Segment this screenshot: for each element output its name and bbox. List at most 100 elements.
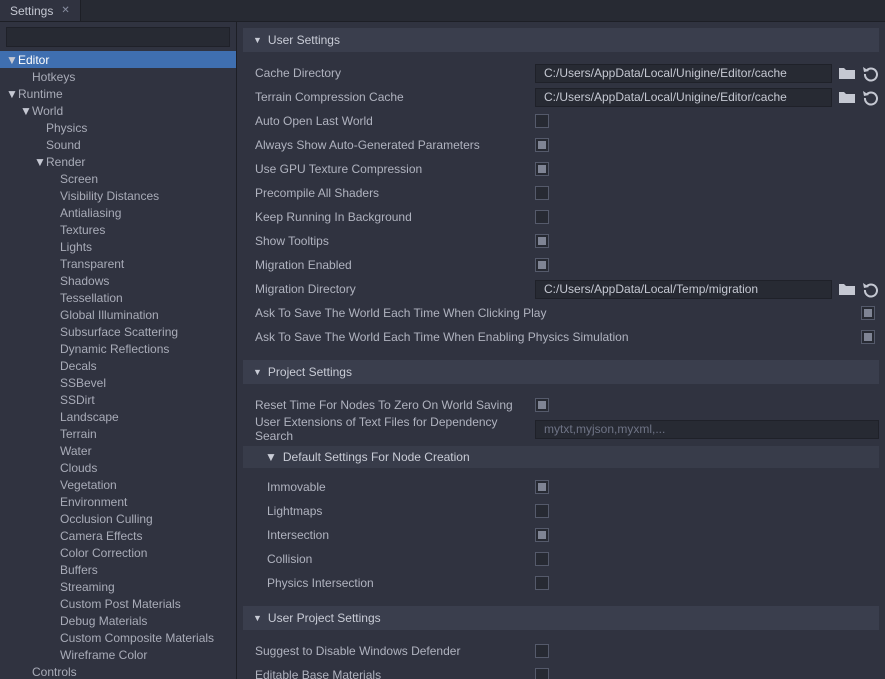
subsection-title: Default Settings For Node Creation	[283, 450, 470, 464]
tree-item[interactable]: Debug Materials	[0, 612, 236, 629]
tree-twisty-icon[interactable]: ▼	[34, 155, 46, 169]
checkbox[interactable]	[535, 210, 549, 224]
cache-directory-input[interactable]: C:/Users/AppData/Local/Unigine/Editor/ca…	[535, 64, 832, 83]
tree-item-label: Antialiasing	[60, 206, 121, 220]
tree-item-label: Dynamic Reflections	[60, 342, 169, 356]
setting-label: Lightmaps	[267, 504, 535, 518]
checkbox[interactable]	[535, 668, 549, 679]
tree-item-label: Debug Materials	[60, 614, 147, 628]
reset-time-checkbox[interactable]	[535, 398, 549, 412]
tree-item[interactable]: ▼World	[0, 102, 236, 119]
tree-item[interactable]: ▼Editor	[0, 51, 236, 68]
tree-item[interactable]: Controls	[0, 663, 236, 679]
tree-item[interactable]: Clouds	[0, 459, 236, 476]
tab-label: Settings	[10, 4, 53, 18]
tree-item[interactable]: Color Correction	[0, 544, 236, 561]
tree-item[interactable]: Vegetation	[0, 476, 236, 493]
checkbox[interactable]	[535, 186, 549, 200]
tree-item[interactable]: Decals	[0, 357, 236, 374]
checkbox[interactable]	[535, 258, 549, 272]
folder-icon[interactable]	[838, 282, 856, 297]
tree-twisty-icon[interactable]: ▼	[20, 104, 32, 118]
checkbox[interactable]	[535, 138, 549, 152]
tree-item[interactable]: SSDirt	[0, 391, 236, 408]
migration-directory-input[interactable]: C:/Users/AppData/Local/Temp/migration	[535, 280, 832, 299]
checkbox[interactable]	[535, 576, 549, 590]
checkbox[interactable]	[535, 504, 549, 518]
setting-row: Immovable	[243, 476, 879, 498]
terrain-cache-input[interactable]: C:/Users/AppData/Local/Unigine/Editor/ca…	[535, 88, 832, 107]
setting-label: Immovable	[267, 480, 535, 494]
checkbox[interactable]	[535, 644, 549, 658]
tree-item[interactable]: Transparent	[0, 255, 236, 272]
checkbox[interactable]	[535, 552, 549, 566]
sidebar-filter-input[interactable]	[6, 27, 230, 47]
section-user-settings-header[interactable]: ▼ User Settings	[243, 28, 879, 52]
user-extensions-input[interactable]: mytxt,myjson,myxml,...	[535, 420, 879, 439]
folder-icon[interactable]	[838, 66, 856, 81]
tree-item-label: Occlusion Culling	[60, 512, 153, 526]
tree-item[interactable]: Buffers	[0, 561, 236, 578]
tree-twisty-icon[interactable]: ▼	[6, 87, 18, 101]
section-user-project-header[interactable]: ▼ User Project Settings	[243, 606, 879, 630]
tree-item[interactable]: Shadows	[0, 272, 236, 289]
tree-item[interactable]: Streaming	[0, 578, 236, 595]
tree-item-label: Color Correction	[60, 546, 147, 560]
tree-item[interactable]: Water	[0, 442, 236, 459]
setting-label: Keep Running In Background	[255, 210, 535, 224]
checkbox[interactable]	[535, 162, 549, 176]
settings-sidebar: ▼EditorHotkeys▼Runtime▼WorldPhysics Sound…	[0, 22, 237, 679]
checkbox[interactable]	[535, 528, 549, 542]
tree-item-label: Wireframe Color	[60, 648, 147, 662]
checkbox[interactable]	[535, 480, 549, 494]
tree-item[interactable]: ▼Render	[0, 153, 236, 170]
checkbox[interactable]	[535, 114, 549, 128]
tree-item[interactable]: Global Illumination	[0, 306, 236, 323]
tree-twisty-icon[interactable]: ▼	[6, 53, 18, 67]
tree-item[interactable]: ▼Runtime	[0, 85, 236, 102]
tree-item[interactable]: Wireframe Color	[0, 646, 236, 663]
tree-item[interactable]: Environment	[0, 493, 236, 510]
tree-item[interactable]: Occlusion Culling	[0, 510, 236, 527]
tree-item[interactable]: Terrain	[0, 425, 236, 442]
subsection-node-defaults-header[interactable]: ▼ Default Settings For Node Creation	[243, 446, 879, 468]
tree-item[interactable]: Antialiasing	[0, 204, 236, 221]
tree-item[interactable]: Landscape	[0, 408, 236, 425]
tree-item[interactable]: Camera Effects	[0, 527, 236, 544]
setting-row: Physics Intersection	[243, 572, 879, 594]
tree-item[interactable]: Tessellation	[0, 289, 236, 306]
checkbox[interactable]	[535, 234, 549, 248]
tree-item[interactable]: Physics	[0, 119, 236, 136]
tree-item[interactable]: Textures	[0, 221, 236, 238]
tree-item[interactable]: Sound	[0, 136, 236, 153]
checkbox[interactable]	[861, 306, 875, 320]
setting-label: Show Tooltips	[255, 234, 535, 248]
tree-item[interactable]: Custom Composite Materials	[0, 629, 236, 646]
tree-item[interactable]: Subsurface Scattering	[0, 323, 236, 340]
reset-icon[interactable]	[862, 281, 879, 298]
reset-icon[interactable]	[862, 89, 879, 106]
tree-item-label: Buffers	[60, 563, 98, 577]
reset-icon[interactable]	[862, 65, 879, 82]
section-project-settings-header[interactable]: ▼ Project Settings	[243, 360, 879, 384]
setting-row: Migration Enabled	[243, 254, 879, 276]
tab-settings[interactable]: Settings ✕	[0, 0, 81, 21]
setting-label: Ask To Save The World Each Time When Ena…	[255, 330, 861, 344]
tree-item[interactable]: Visibility Distances	[0, 187, 236, 204]
row-cache-directory: Cache Directory C:/Users/AppData/Local/U…	[243, 62, 879, 84]
tree-item[interactable]: Dynamic Reflections	[0, 340, 236, 357]
tree-item-label: Sound	[46, 138, 81, 152]
tree-item-label: Vegetation	[60, 478, 117, 492]
tree-item[interactable]: SSBevel	[0, 374, 236, 391]
tree-item[interactable]: Custom Post Materials	[0, 595, 236, 612]
close-icon[interactable]: ✕	[61, 5, 69, 16]
checkbox[interactable]	[861, 330, 875, 344]
setting-row: Intersection	[243, 524, 879, 546]
tree-item-label: Tessellation	[60, 291, 123, 305]
tree-item[interactable]: Lights	[0, 238, 236, 255]
tree-item[interactable]: Screen	[0, 170, 236, 187]
tree-item[interactable]: Hotkeys	[0, 68, 236, 85]
folder-icon[interactable]	[838, 90, 856, 105]
tree-item-label: SSDirt	[60, 393, 95, 407]
tree-item-label: Custom Composite Materials	[60, 631, 214, 645]
